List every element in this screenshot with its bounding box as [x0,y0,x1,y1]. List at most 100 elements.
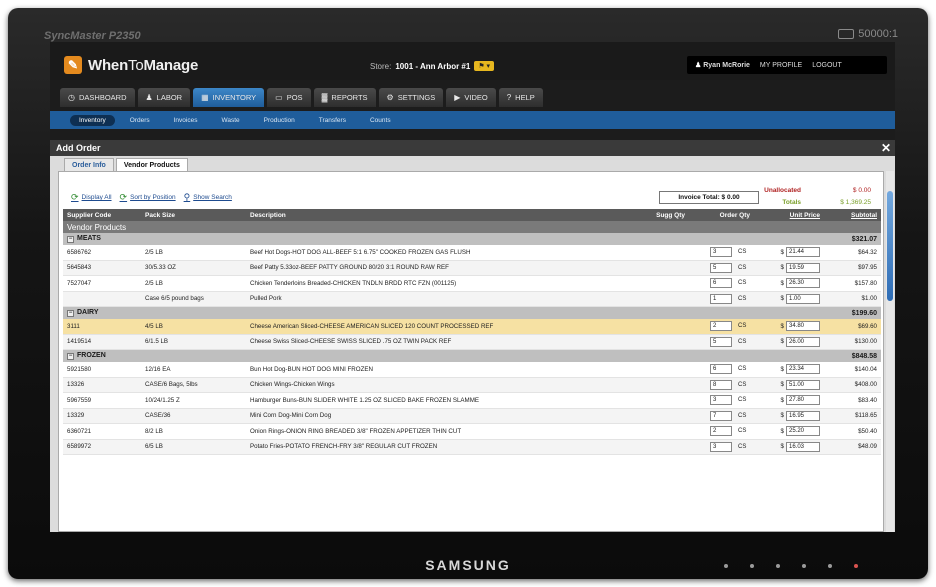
order-qty-input[interactable]: 7 [710,410,732,421]
header-supplier-code: Supplier Code [67,211,112,219]
unit-price-input[interactable]: 26.00 [786,336,820,347]
scrollbar[interactable] [886,171,894,532]
order-qty-input[interactable]: 3 [710,247,732,258]
scrollbar-thumb[interactable] [887,191,893,301]
order-qty-input[interactable]: 2 [710,426,732,437]
subnav-transfers[interactable]: Transfers [310,115,355,126]
tab-dashboard[interactable]: ◷ DASHBOARD [60,88,135,107]
sort-by-position-link[interactable]: ⟳ Sort by Position [120,192,176,203]
table-row[interactable]: 5967559 10/24/1.25 Z Hamburger Buns-BUN SL… [63,393,881,409]
logout-link[interactable]: LOGOUT [812,62,842,69]
pack-size: 4/5 LB [145,322,163,330]
collapse-icon[interactable]: − [67,310,74,317]
monitor-button[interactable] [828,564,832,568]
tab-settings[interactable]: ⚙ SETTINGS [378,88,444,107]
order-qty-input[interactable]: 2 [710,321,732,332]
order-qty-input[interactable]: 5 [710,336,732,347]
category-header[interactable]: − FROZEN $848.58 [63,350,881,362]
app-screen: ✎ WhenToManage Store: 1001 - Ann Arbor #… [50,42,895,532]
category-header[interactable]: − MEATS $321.07 [63,233,881,245]
tab-label: HELP [515,93,535,102]
tab-labor[interactable]: ♟ LABOR [137,88,191,107]
description: Chicken Tenderloins Breaded-CHICKEN TNDL… [250,279,457,287]
monitor-button[interactable] [750,564,754,568]
tab-pos[interactable]: ▭ POS [267,88,311,107]
order-qty-input[interactable]: 5 [710,262,732,273]
subnav-orders[interactable]: Orders [121,115,159,126]
app-logo[interactable]: ✎ WhenToManage [64,56,198,74]
category-header[interactable]: − DAIRY $199.60 [63,307,881,319]
subnav-waste[interactable]: Waste [212,115,248,126]
table-row[interactable]: 3111 4/5 LB Cheese American Sliced-CHEESE … [63,319,881,335]
unit-price-input[interactable]: 34.80 [786,321,820,332]
tab-reports[interactable]: ▓ REPORTS [313,88,376,107]
unit-price-input[interactable]: 23.34 [786,364,820,375]
my-profile-link[interactable]: MY PROFILE [760,62,802,69]
collapse-icon[interactable]: − [67,236,74,243]
table-row[interactable]: 13329 CASE/36 Mini Corn Dog-Mini Corn Dog 7… [63,408,881,424]
table-row[interactable]: 5921580 12/16 EA Bun Hot Dog-BUN HOT DOG M… [63,362,881,378]
header-subtotal[interactable]: Subtotal [820,212,881,219]
order-qty-input[interactable]: 1 [710,293,732,304]
show-search-link[interactable]: ⚲ Show Search [184,192,232,203]
order-qty-input[interactable]: 6 [710,278,732,289]
currency-symbol: $ [780,338,784,346]
order-qty-cell: 6 CS [685,364,750,375]
tab-help[interactable]: ? HELP [498,88,543,107]
store-switch-button[interactable]: ⚑ ▾ [474,61,495,71]
monitor-button[interactable] [802,564,806,568]
unit-price-input[interactable]: 26.30 [786,278,820,289]
monitor-model-label: SyncMaster P2350 [44,30,141,42]
subnav-counts[interactable]: Counts [361,115,400,126]
unit-price-cell: $21.44 [750,247,820,258]
table-row[interactable]: 7527047 2/5 LB Chicken Tenderloins Breaded… [63,276,881,292]
logo-when: When [88,56,129,74]
subtotal: $69.60 [858,322,877,330]
unit-price-cell: $27.80 [750,395,820,406]
tab-order-info[interactable]: Order Info [64,158,114,172]
unit-price-input[interactable]: 19.59 [786,262,820,273]
order-qty-input[interactable]: 8 [710,379,732,390]
unit-price-input[interactable]: 25.20 [786,426,820,437]
monitor-button[interactable] [776,564,780,568]
tab-label: POS [286,93,303,102]
unit-price-input[interactable]: 16.03 [786,441,820,452]
subnav-inventory[interactable]: Inventory [70,114,115,126]
supplier-code: 6589972 [67,443,92,451]
search-icon: ⚲ [183,192,191,202]
table-row[interactable]: 5645843 30/5.33 OZ Beef Patty 5.33oz-BEEF … [63,260,881,276]
unit-price-input[interactable]: 27.80 [786,395,820,406]
supplier-code: 13326 [67,381,85,389]
collapse-icon[interactable]: − [67,353,74,360]
monitor-button[interactable] [724,564,728,568]
order-qty-input[interactable]: 3 [710,395,732,406]
table-row[interactable]: 6360721 8/2 LB Onion Rings-ONION RING BREA… [63,424,881,440]
user-name[interactable]: ♟ Ryan McRorie [695,61,750,69]
unit-price-input[interactable]: 1.00 [786,293,820,304]
header-unit-price[interactable]: Unit Price [750,212,820,219]
subtotal: $130.00 [854,338,877,346]
power-button[interactable] [854,564,858,568]
close-icon[interactable]: ✕ [881,141,891,155]
description: Bun Hot Dog-BUN HOT DOG MINI FROZEN [250,365,373,373]
table-row[interactable]: 13326 CASE/6 Bags, 5lbs Chicken Wings-Chic… [63,377,881,393]
unit-price-input[interactable]: 51.00 [786,379,820,390]
order-qty-input[interactable]: 3 [710,441,732,452]
tab-inventory[interactable]: ▦ INVENTORY [193,88,265,107]
table-row[interactable]: 6589972 6/5 LB Potato Fries-POTATO FRENCH-… [63,439,881,455]
description: Onion Rings-ONION RING BREADED 3/8" FROZ… [250,427,462,435]
tab-video[interactable]: ▶ VIDEO [446,88,496,107]
order-qty-input[interactable]: 6 [710,364,732,375]
tab-vendor-products[interactable]: Vendor Products [115,158,188,172]
panel-actions: ⟳ Display All ⟳ Sort by Position ⚲ Show Sea… [71,192,232,203]
unit-price-input[interactable]: 21.44 [786,247,820,258]
labor-icon: ♟ [145,93,153,102]
tab-label: SETTINGS [397,93,436,102]
table-row[interactable]: Case 6/5 pound bags Pulled Pork 1 CS $1.00 $1… [63,291,881,307]
display-all-link[interactable]: ⟳ Display All [71,192,112,203]
subnav-production[interactable]: Production [255,115,304,126]
table-row[interactable]: 1419514 6/1.5 LB Cheese Swiss Sliced-CHEES… [63,334,881,350]
subnav-invoices[interactable]: Invoices [165,115,207,126]
table-row[interactable]: 6586762 2/5 LB Beef Hot Dogs-HOT DOG ALL-B… [63,245,881,261]
unit-price-input[interactable]: 16.95 [786,410,820,421]
